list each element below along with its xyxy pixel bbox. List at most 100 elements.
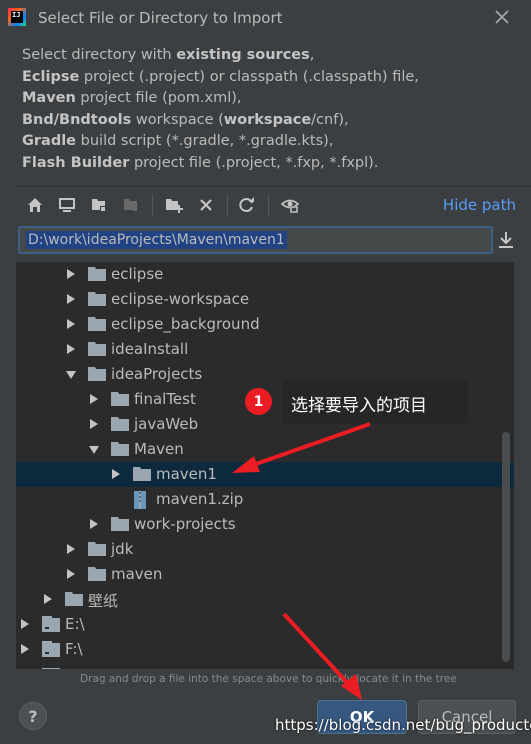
desc-text: workspace ( [131,111,224,128]
home-icon[interactable] [25,195,45,215]
close-icon[interactable] [493,8,511,26]
tree-row-label: 壁纸 [88,592,119,610]
desc-text: project file (pom.xml), [75,90,242,106]
tree-row[interactable]: maven [16,562,514,587]
delete-icon[interactable] [196,195,216,215]
desc-bold: Gradle [22,133,77,149]
new-folder-icon[interactable] [164,195,184,215]
folder-icon [88,367,106,381]
desc-line-1: Select directory with existing sources, [22,45,522,67]
expand-arrow-icon[interactable] [67,544,75,554]
download-icon[interactable] [497,230,515,250]
desc-line-2: Eclipse project (.project) or classpath … [22,67,522,89]
tree-row-label: eclipse-workspace [111,290,250,308]
drive-icon [42,616,60,632]
desc-text: , [309,47,315,63]
tree-row-label: javaWeb [134,415,199,433]
toolbar-separator [227,194,228,216]
tree-row-label: jdk [111,540,134,558]
expand-arrow-icon[interactable] [67,569,75,579]
desc-text: project file (.project, *.fxp, *.fxpl). [129,154,379,171]
tree-row-label: E:\ [65,615,85,633]
folder-icon [88,342,106,356]
folder-icon [88,267,106,281]
expand-arrow-icon[interactable] [21,644,29,654]
folder-icon [88,542,106,556]
expand-arrow-icon[interactable] [67,319,75,329]
tree-row-label: maven [111,565,163,583]
logo-text: IJ [11,11,23,23]
project-icon[interactable] [89,195,109,215]
toolbar-separator [268,194,269,216]
file-chooser-toolbar: Hide path [16,186,531,222]
desc-bold: Flash Builder [22,154,130,171]
desc-bold: Maven [22,90,76,106]
folder-icon [65,592,83,606]
tree-row[interactable]: work-projects [16,512,514,537]
tree-row[interactable]: eclipse [16,262,514,287]
tree-scrollbar[interactable] [502,432,510,662]
expand-arrow-icon[interactable] [21,619,29,629]
folder-icon [88,317,106,331]
desc-text: project (.project) or classpath (.classp… [79,68,419,85]
annotation-text: 选择要导入的项目 [291,396,427,416]
expand-arrow-icon[interactable] [67,294,75,304]
drag-drop-hint: Drag and drop a file into the space abov… [80,673,457,685]
expand-arrow-icon[interactable] [90,519,98,529]
expand-arrow-icon[interactable] [90,394,98,404]
tree-row[interactable]: F:\ [16,637,514,662]
tree-row[interactable]: eclipse_background [16,312,514,337]
path-value: D:\work\ideaProjects\Maven\maven1 [26,231,287,249]
desktop-icon[interactable] [57,195,77,215]
expand-arrow-icon[interactable] [44,594,52,604]
folder-icon [88,292,106,306]
module-icon [121,195,141,215]
path-input[interactable]: D:\work\ideaProjects\Maven\maven1 [18,226,493,254]
annotation-callout: 选择要导入的项目 [283,380,468,424]
hide-path-link[interactable]: Hide path [443,196,516,214]
folder-icon [133,467,151,481]
desc-text: build script (*.gradle, *.gradle.kts), [76,133,334,149]
folder-icon [111,417,129,431]
collapse-arrow-icon[interactable] [89,446,99,454]
folder-icon [111,442,129,456]
tree-row-label: maven1.zip [156,490,244,508]
file-tree[interactable]: eclipse eclipse-workspace eclipse_backgr… [16,262,514,669]
collapse-arrow-icon[interactable] [66,371,76,379]
annotation-badge: 1 [245,388,272,415]
tree-row[interactable]: Maven [16,437,514,462]
expand-arrow-icon[interactable] [112,469,120,479]
tree-row-label: ideaProjects [111,365,203,383]
expand-arrow-icon[interactable] [67,269,75,279]
tree-row[interactable]: E:\ [16,612,514,637]
zip-file-icon [133,491,147,509]
tree-row[interactable]: jdk [16,537,514,562]
help-button[interactable]: ? [19,702,47,730]
tree-row-label: eclipse [111,265,164,283]
tree-row-selected[interactable]: maven1 [16,462,514,487]
import-description: Select directory with existing sources, … [22,45,522,174]
desc-bold: Bnd/Bndtools [22,111,132,128]
folder-icon [111,517,129,531]
watermark-text: https://blog.csdn.net/bug_producter [275,716,531,734]
desc-text: Select directory with [22,47,177,63]
intellij-logo-icon: IJ [8,8,26,26]
desc-bold: existing sources [176,47,310,63]
tree-row[interactable]: maven1.zip [16,487,514,512]
expand-arrow-icon[interactable] [67,344,75,354]
desc-bold: workspace [223,111,312,128]
tree-row[interactable]: ideaInstall [16,337,514,362]
tree-row-label: work-projects [134,515,236,533]
tree-row-label: ideaInstall [111,340,189,358]
refresh-icon[interactable] [237,195,257,215]
expand-arrow-icon[interactable] [90,419,98,429]
tree-row-label: eclipse_background [111,315,260,333]
desc-text: /cnf), [311,111,349,128]
tree-row-label: F:\ [65,640,83,658]
tree-row-label: Maven [134,440,184,458]
drive-icon [42,666,60,669]
folder-icon [88,567,106,581]
show-hidden-icon[interactable] [280,195,300,215]
tree-row[interactable]: eclipse-workspace [16,287,514,312]
tree-row[interactable]: 壁纸 [16,587,514,612]
